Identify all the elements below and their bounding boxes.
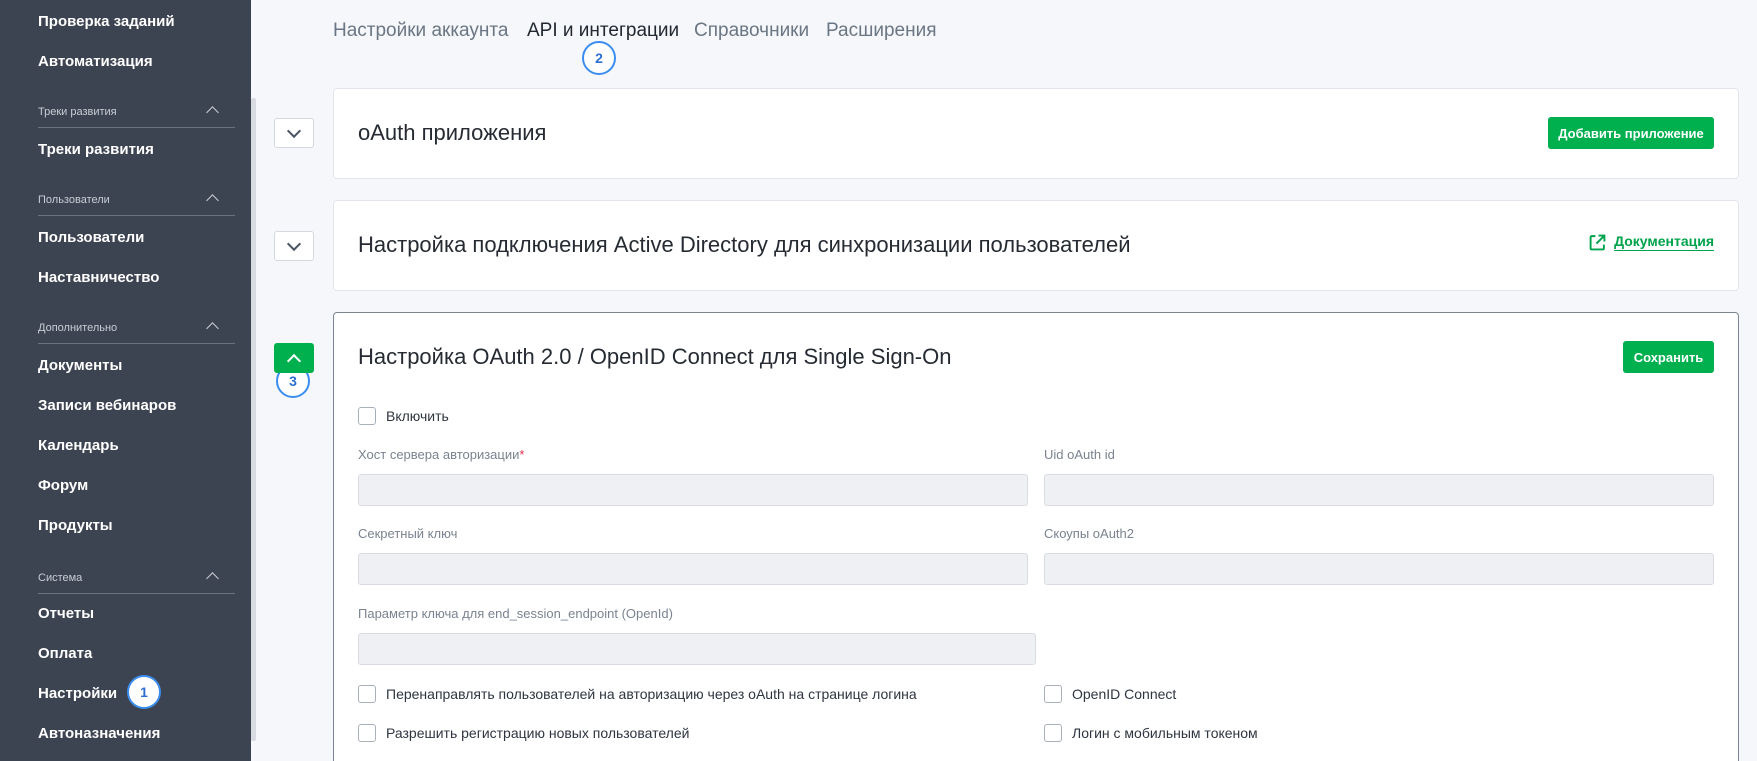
mobile-token-checkbox[interactable] <box>1044 724 1062 742</box>
sidebar-item-autoassign[interactable]: Автоназначения <box>38 725 160 742</box>
sidebar-section-label: Дополнительно <box>38 322 118 334</box>
redirect-checkbox[interactable] <box>358 685 376 703</box>
sidebar-section-label: Треки развития <box>38 106 117 118</box>
chevron-up-icon <box>206 194 219 207</box>
end-session-label: Параметр ключа для end_session_endpoint … <box>358 606 673 621</box>
active-directory-card: Настройка подключения Active Directory д… <box>333 200 1739 291</box>
host-input[interactable] <box>358 474 1028 506</box>
sidebar-scrollbar[interactable] <box>251 98 256 741</box>
chevron-down-icon <box>286 236 302 251</box>
sidebar-section-system[interactable]: Система <box>38 572 235 594</box>
sidebar-item-payment[interactable]: Оплата <box>38 645 92 662</box>
sidebar-section-label: Пользователи <box>38 194 110 206</box>
chevron-up-icon <box>206 106 219 119</box>
oauth-apps-card: oAuth приложения Добавить приложение <box>333 88 1739 179</box>
sso-card: Настройка OAuth 2.0 / OpenID Connect для… <box>333 312 1739 761</box>
host-label: Хост сервера авторизации* <box>358 447 524 462</box>
secret-label: Секретный ключ <box>358 526 458 541</box>
oauth-apps-toggle-button[interactable] <box>274 118 314 148</box>
redirect-label: Перенаправлять пользователей на авториза… <box>386 686 917 702</box>
sidebar-item-users[interactable]: Пользователи <box>38 229 144 246</box>
tab-directories[interactable]: Справочники <box>694 20 809 42</box>
chevron-up-icon <box>206 572 219 585</box>
tab-api-integrations[interactable]: API и интеграции <box>527 20 679 42</box>
documentation-link[interactable]: Документация <box>1589 233 1714 251</box>
active-directory-title: Настройка подключения Active Directory д… <box>358 232 1131 257</box>
openid-checkbox[interactable] <box>1044 685 1062 703</box>
add-app-button[interactable]: Добавить приложение <box>1548 117 1714 149</box>
active-directory-toggle-button[interactable] <box>274 231 314 261</box>
scopes-label: Скоупы oAuth2 <box>1044 526 1135 541</box>
sidebar: Проверка заданий Автоматизация Треки раз… <box>0 0 251 761</box>
step-marker-1: 1 <box>127 675 161 709</box>
enable-checkbox[interactable] <box>358 407 376 425</box>
sidebar-section-users[interactable]: Пользователи <box>38 194 235 216</box>
tab-extensions[interactable]: Расширения <box>826 20 937 42</box>
uid-label: Uid oAuth id <box>1044 447 1115 462</box>
openid-label: OpenID Connect <box>1072 686 1177 702</box>
host-label-text: Хост сервера авторизации <box>358 447 520 462</box>
sso-title: Настройка OAuth 2.0 / OpenID Connect для… <box>358 344 952 369</box>
sidebar-item-webinars[interactable]: Записи вебинаров <box>38 397 176 414</box>
oauth-apps-title: oAuth приложения <box>358 120 547 145</box>
scopes-input[interactable] <box>1044 553 1714 585</box>
required-asterisk: * <box>519 447 525 462</box>
external-link-icon <box>1589 234 1606 250</box>
allow-register-checkbox[interactable] <box>358 724 376 742</box>
sidebar-section-label: Система <box>38 572 83 584</box>
sidebar-section-additional[interactable]: Дополнительно <box>38 322 235 344</box>
documentation-link-label: Документация <box>1614 233 1714 251</box>
step-marker-2: 2 <box>582 41 616 75</box>
sidebar-item-calendar[interactable]: Календарь <box>38 437 119 454</box>
sidebar-item-task-review[interactable]: Проверка заданий <box>38 13 175 30</box>
sidebar-item-products[interactable]: Продукты <box>38 517 113 534</box>
chevron-up-icon <box>206 322 219 335</box>
sidebar-item-mentoring[interactable]: Наставничество <box>38 269 159 286</box>
mobile-token-label: Логин с мобильным токеном <box>1072 725 1258 741</box>
chevron-up-icon <box>286 353 302 368</box>
sidebar-item-forum[interactable]: Форум <box>38 477 88 494</box>
end-session-input[interactable] <box>358 633 1036 665</box>
sidebar-item-documents[interactable]: Документы <box>38 357 122 374</box>
sidebar-item-settings[interactable]: Настройки <box>38 685 117 702</box>
sidebar-item-automation[interactable]: Автоматизация <box>38 53 153 70</box>
enable-label: Включить <box>386 408 449 424</box>
sso-toggle-button[interactable] <box>274 343 314 373</box>
tab-account-settings[interactable]: Настройки аккаунта <box>333 20 508 42</box>
allow-register-label: Разрешить регистрацию новых пользователе… <box>386 725 690 741</box>
secret-input[interactable] <box>358 553 1028 585</box>
chevron-down-icon <box>286 123 302 138</box>
sidebar-item-tracks[interactable]: Треки развития <box>38 141 154 158</box>
sidebar-item-reports[interactable]: Отчеты <box>38 605 94 622</box>
save-button[interactable]: Сохранить <box>1623 341 1714 373</box>
uid-input[interactable] <box>1044 474 1714 506</box>
sidebar-section-tracks[interactable]: Треки развития <box>38 106 235 128</box>
